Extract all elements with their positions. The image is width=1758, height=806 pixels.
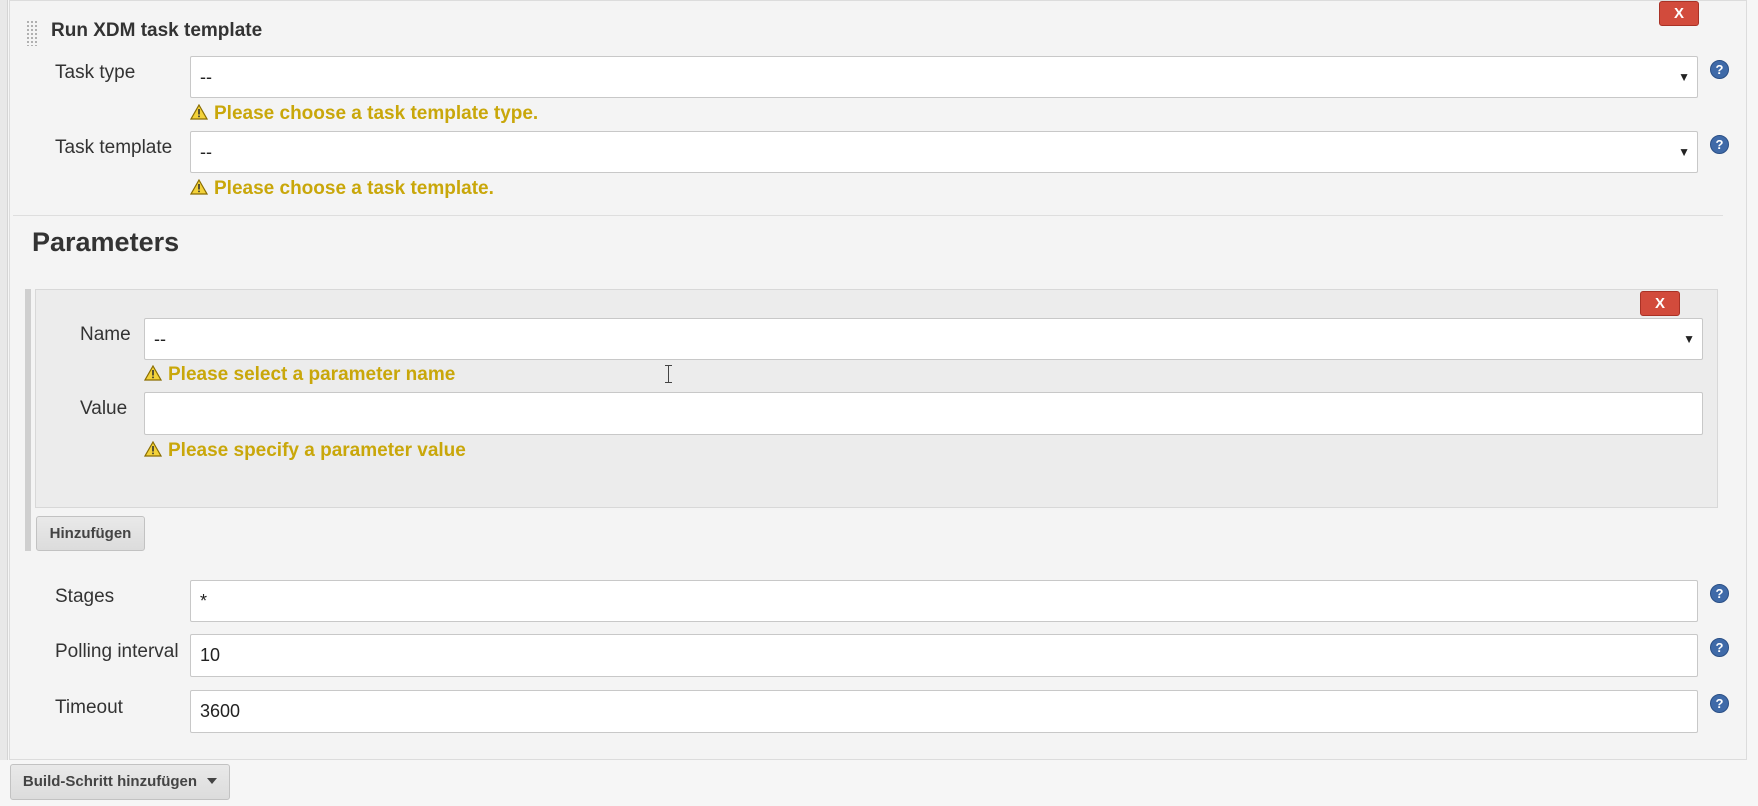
warning-triangle-icon — [190, 179, 208, 196]
parameter-value-warning: Please specify a parameter value — [144, 439, 466, 463]
remove-build-step-button[interactable]: X — [1659, 1, 1699, 26]
chevron-down-icon: ▼ — [1678, 145, 1690, 159]
build-step-title: Run XDM task template — [51, 20, 263, 41]
parameter-name-select[interactable]: -- ▼ — [144, 318, 1703, 360]
question-circle-icon[interactable]: ? — [1710, 694, 1729, 713]
task-type-label: Task type — [55, 62, 136, 83]
timeout-label: Timeout — [55, 697, 123, 718]
task-template-select[interactable]: -- ▼ — [190, 131, 1698, 173]
warning-triangle-icon — [190, 104, 208, 121]
section-divider — [13, 215, 1723, 216]
outer-rail — [0, 0, 8, 760]
parameters-rail — [25, 289, 31, 551]
drag-handle-icon[interactable] — [26, 20, 39, 46]
add-parameter-button[interactable]: Hinzufügen — [36, 516, 145, 551]
chevron-down-icon: ▼ — [1683, 332, 1695, 346]
task-template-value: -- — [200, 142, 212, 162]
text-cursor-icon — [665, 365, 672, 383]
question-circle-icon[interactable]: ? — [1710, 584, 1729, 603]
polling-interval-input[interactable]: 10 — [190, 634, 1698, 677]
parameter-value-label: Value — [80, 398, 128, 419]
task-template-label: Task template — [55, 137, 173, 158]
warning-triangle-icon — [144, 365, 162, 382]
task-type-select[interactable]: -- ▼ — [190, 56, 1698, 98]
task-type-warning: Please choose a task template type. — [190, 102, 538, 126]
stages-input[interactable]: * — [190, 580, 1698, 622]
parameter-name-value: -- — [154, 329, 166, 349]
warning-triangle-icon — [144, 441, 162, 458]
parameters-heading: Parameters — [32, 227, 180, 257]
caret-down-icon — [207, 778, 218, 785]
remove-parameter-button[interactable]: X — [1640, 291, 1680, 316]
question-circle-icon[interactable]: ? — [1710, 135, 1729, 154]
timeout-input[interactable]: 3600 — [190, 690, 1698, 733]
question-circle-icon[interactable]: ? — [1710, 60, 1729, 79]
task-type-value: -- — [200, 67, 212, 87]
chevron-down-icon: ▼ — [1678, 70, 1690, 84]
add-build-step-button[interactable]: Build-Schritt hinzufügen — [10, 764, 230, 800]
question-circle-icon[interactable]: ? — [1710, 638, 1729, 657]
parameter-value-input[interactable] — [144, 392, 1703, 435]
parameter-name-warning: Please select a parameter name — [144, 363, 455, 387]
stages-label: Stages — [55, 586, 115, 607]
polling-interval-label: Polling interval — [55, 641, 179, 662]
task-template-warning: Please choose a task template. — [190, 177, 494, 201]
parameter-name-label: Name — [80, 324, 131, 345]
